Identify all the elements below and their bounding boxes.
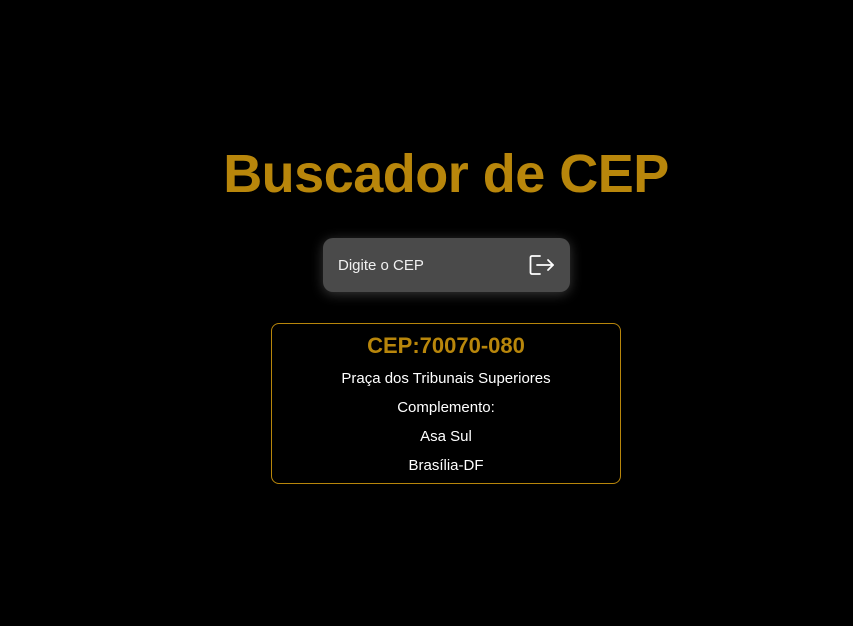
cep-input[interactable] [323,238,523,292]
exit-arrow-icon [529,254,555,276]
street-text: Praça dos Tribunais Superiores [341,370,551,387]
search-button[interactable] [525,250,559,280]
search-box [323,238,570,292]
city-state-text: Brasília-DF [408,457,484,474]
result-card: CEP:70070-080 Praça dos Tribunais Superi… [271,323,621,484]
page-title: Buscador de CEP [223,144,669,204]
cep-heading: CEP:70070-080 [367,333,525,358]
neighborhood-text: Asa Sul [420,428,472,445]
complement-text: Complemento: [397,399,495,416]
page: Buscador de CEP CEP:70070-080 Praça dos … [0,0,853,626]
